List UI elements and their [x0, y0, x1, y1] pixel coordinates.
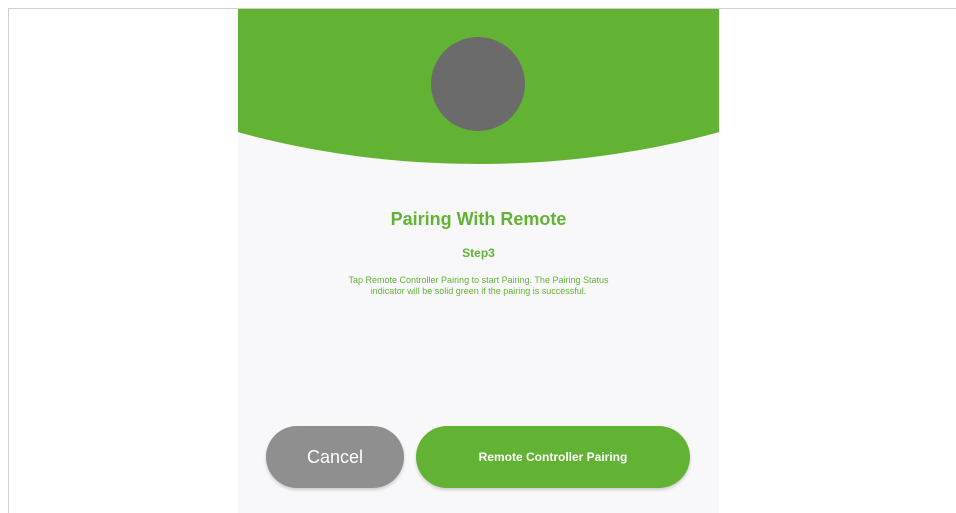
avatar: [431, 37, 525, 131]
cancel-button[interactable]: Cancel: [266, 426, 404, 488]
pairing-screen: Pairing With Remote Step3 Tap Remote Con…: [238, 9, 719, 513]
remote-controller-pairing-button[interactable]: Remote Controller Pairing: [416, 426, 690, 488]
page-title: Pairing With Remote: [390, 209, 567, 229]
step-label: Step3: [462, 246, 495, 260]
instructions-text: Tap Remote Controller Pairing to start P…: [348, 275, 609, 296]
